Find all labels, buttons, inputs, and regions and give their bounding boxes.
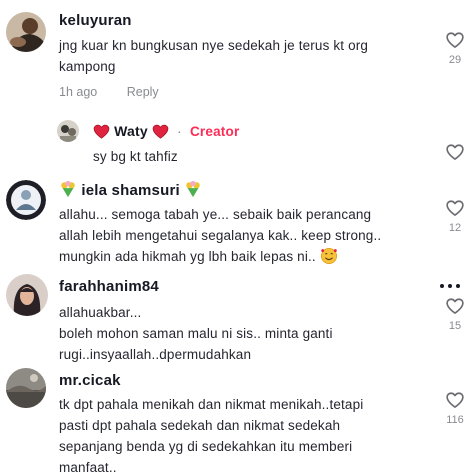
heart-outline-icon (446, 200, 464, 216)
avatar[interactable] (6, 12, 46, 52)
avatar[interactable] (6, 180, 46, 220)
heart-outline-icon (446, 32, 464, 48)
red-heart-emoji (93, 124, 110, 139)
avatar[interactable] (6, 274, 48, 316)
reply-button[interactable]: Reply (127, 85, 159, 99)
comment-text-line: sepanjang benda yg di sedekahkan itu mem… (59, 439, 353, 454)
avatar-image (57, 120, 79, 142)
comment-username[interactable]: mr.cicak (59, 372, 121, 389)
smiling-face-with-hearts-emoji (320, 247, 337, 265)
separator-dot: · (177, 123, 182, 139)
comment-username[interactable]: keluyuran (59, 12, 132, 29)
comment-username[interactable]: iela shamsuri (81, 182, 179, 199)
reply-text: sy bg kt tahfiz (93, 149, 178, 164)
comment-item: iela shamsuri allahu... semoga tabah ye.… (0, 172, 474, 272)
comment-text-line: mungkin ada hikmah yg lbh baik lepas ni.… (59, 249, 316, 264)
like-count: 12 (448, 222, 462, 234)
heart-outline-icon (446, 298, 464, 314)
comment-timestamp: 1h ago (59, 85, 98, 99)
reply-item: Waty · Creator sy bg kt tahfiz (0, 112, 474, 172)
avatar-image (6, 274, 48, 316)
avatar-image (6, 12, 46, 52)
comment-text: tk dpt pahala menikah dan nikmat menikah… (59, 394, 439, 474)
more-options-icon[interactable] (440, 284, 460, 288)
like-button[interactable] (440, 144, 470, 160)
comment-item: keluyuran jng kuar kn bungkusan nye sede… (0, 0, 474, 120)
comment-username[interactable]: farahhanim84 (59, 278, 159, 295)
comment-text-line: pasti dpt pahala sedekah dan nikmat sede… (59, 418, 341, 433)
like-button[interactable]: 12 (440, 200, 470, 234)
comment-item: farahhanim84 allahuakbar... boleh mohon … (0, 268, 474, 368)
like-count: 29 (448, 54, 462, 66)
like-button[interactable]: 29 (440, 32, 470, 66)
comment-meta: 1h ago Reply (59, 85, 159, 99)
comment-text-line: rugi..insyaallah..dpermudahkan (59, 347, 252, 362)
comment-text-line: boleh mohon saman malu ni sis.. minta ga… (59, 326, 333, 341)
reply-username-line: Waty · Creator (93, 123, 239, 139)
comment-text-line-wrap: mungkin ada hikmah yg lbh baik lepas ni.… (59, 246, 429, 267)
reply-username[interactable]: Waty (114, 123, 148, 139)
comment-text-line: allahu... semoga tabah ye... sebaik baik… (59, 207, 372, 222)
heart-outline-icon (446, 392, 464, 408)
avatar-image (6, 368, 46, 408)
comment-text-line: tk dpt pahala menikah dan nikmat menikah… (59, 397, 364, 412)
avatar[interactable] (57, 120, 79, 142)
comment-text: allahuakbar... boleh mohon saman malu ni… (59, 302, 429, 365)
comment-username-line: iela shamsuri (59, 180, 202, 199)
like-button[interactable]: 15 (440, 298, 470, 332)
heart-outline-icon (446, 144, 464, 160)
comment-item: mr.cicak tk dpt pahala menikah dan nikma… (0, 364, 474, 474)
like-count: 15 (448, 320, 462, 332)
flower-bouquet-emoji (186, 180, 200, 198)
comment-text: jng kuar kn bungkusan nye sedekah je ter… (59, 38, 369, 74)
comment-text-line: manfaat.. (59, 460, 117, 474)
avatar-image (6, 180, 46, 220)
like-count: 116 (446, 414, 464, 426)
comment-text: allahu... semoga tabah ye... sebaik baik… (59, 204, 429, 267)
like-button[interactable]: 116 (440, 392, 470, 426)
avatar[interactable] (6, 368, 46, 408)
creator-badge: Creator (189, 124, 240, 139)
red-heart-emoji (152, 124, 169, 139)
comment-text-line: allah lebih mengetahui segalanya kak.. k… (59, 228, 382, 243)
comment-text-line: allahuakbar... (59, 305, 142, 320)
flower-bouquet-emoji (61, 180, 75, 198)
